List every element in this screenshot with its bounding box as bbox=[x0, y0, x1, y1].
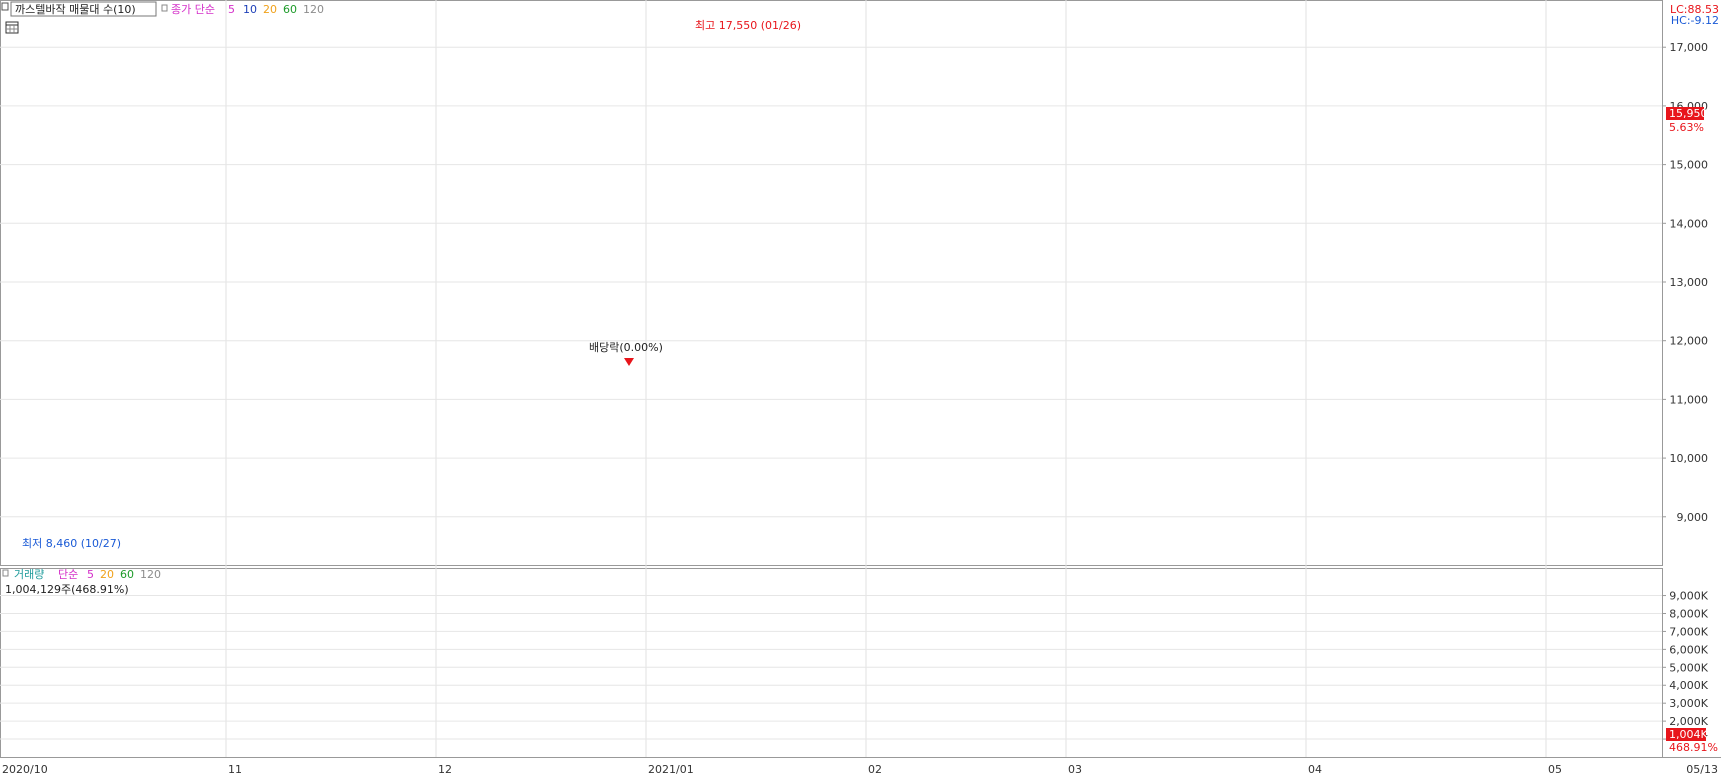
hc-readout: HC:-9.12 bbox=[1671, 14, 1719, 27]
last-price-badge: 15,950 5.63% bbox=[1666, 107, 1708, 134]
vol-ma60-legend: 60 bbox=[120, 568, 134, 581]
chart-title: 까스텔바작 매물대 수(10) bbox=[15, 3, 136, 16]
square-icon bbox=[1, 2, 9, 11]
ma10-legend: 10 bbox=[243, 3, 257, 16]
x-tick-label: 2021/01 bbox=[648, 763, 694, 776]
ma5-legend: 5 bbox=[228, 3, 235, 16]
volume-frame bbox=[0, 568, 1663, 758]
ma120-legend: 120 bbox=[303, 3, 324, 16]
price-tick-label: 15,000 bbox=[1670, 159, 1709, 172]
square-icon bbox=[2, 569, 9, 577]
volume-title: 거래량 bbox=[14, 568, 44, 581]
volume-tick-label: 5,000K bbox=[1669, 661, 1708, 674]
price-tick-label: 17,000 bbox=[1670, 41, 1709, 54]
low-annotation: 최저 8,460 (10/27) bbox=[22, 537, 121, 550]
price-tick-label: 12,000 bbox=[1670, 335, 1709, 348]
price-tick-label: 9,000 bbox=[1677, 511, 1709, 524]
x-tick-label: 11 bbox=[228, 763, 242, 776]
vol-ma5-legend: 5 bbox=[87, 568, 94, 581]
x-tick-label: 04 bbox=[1308, 763, 1322, 776]
price-tick-label: 11,000 bbox=[1670, 393, 1709, 406]
high-annotation: 최고 17,550 (01/26) bbox=[695, 19, 801, 32]
ma-label: 종가 단순 bbox=[171, 3, 215, 16]
vol-ma120-legend: 120 bbox=[140, 568, 161, 581]
volume-ma-label: 단순 bbox=[58, 568, 78, 581]
volume-tick-label: 4,000K bbox=[1669, 679, 1708, 692]
axes: 2020/10 11 12 2021/01 02 03 04 05 05/13 9,000 10,0… bbox=[0, 0, 1721, 776]
x-tick-label: 05 bbox=[1548, 763, 1562, 776]
last-volume-pct: 468.91% bbox=[1669, 741, 1718, 754]
price-frame bbox=[0, 0, 1663, 566]
dividend-annotation: 배당락(0.00%) bbox=[589, 341, 663, 354]
square-icon bbox=[161, 4, 168, 12]
volume-tick-label: 6,000K bbox=[1669, 643, 1708, 656]
volume-tick-label: 3,000K bbox=[1669, 697, 1708, 710]
calendar-icon[interactable] bbox=[5, 21, 19, 34]
price-tick-label: 13,000 bbox=[1670, 276, 1709, 289]
x-tick-label: 05/13 bbox=[1686, 763, 1718, 776]
x-tick-label: 12 bbox=[438, 763, 452, 776]
last-volume-badge: 1,004K 468.91% bbox=[1666, 728, 1718, 754]
price-tick-label: 10,000 bbox=[1670, 452, 1709, 465]
volume-tick-label: 7,000K bbox=[1669, 625, 1708, 638]
vol-ma20-legend: 20 bbox=[100, 568, 114, 581]
x-tick-label: 02 bbox=[868, 763, 882, 776]
x-tick-label: 03 bbox=[1068, 763, 1082, 776]
last-volume: 1,004K bbox=[1669, 728, 1708, 741]
ma60-legend: 60 bbox=[283, 3, 297, 16]
last-change: 5.63% bbox=[1669, 121, 1704, 134]
volume-current: 1,004,129주(468.91%) bbox=[5, 583, 129, 596]
stock-chart: 1,004,129(2.5%)24,143,861(61.1%)(15,237.… bbox=[0, 0, 1721, 776]
price-tick-label: 14,000 bbox=[1670, 217, 1709, 230]
last-price: 15,950 bbox=[1669, 107, 1708, 120]
volume-tick-label: 2,000K bbox=[1669, 715, 1708, 728]
volume-tick-label: 8,000K bbox=[1669, 607, 1708, 620]
volume-tick-label: 9,000K bbox=[1669, 590, 1708, 603]
x-tick-label: 2020/10 bbox=[2, 763, 48, 776]
ma20-legend: 20 bbox=[263, 3, 277, 16]
